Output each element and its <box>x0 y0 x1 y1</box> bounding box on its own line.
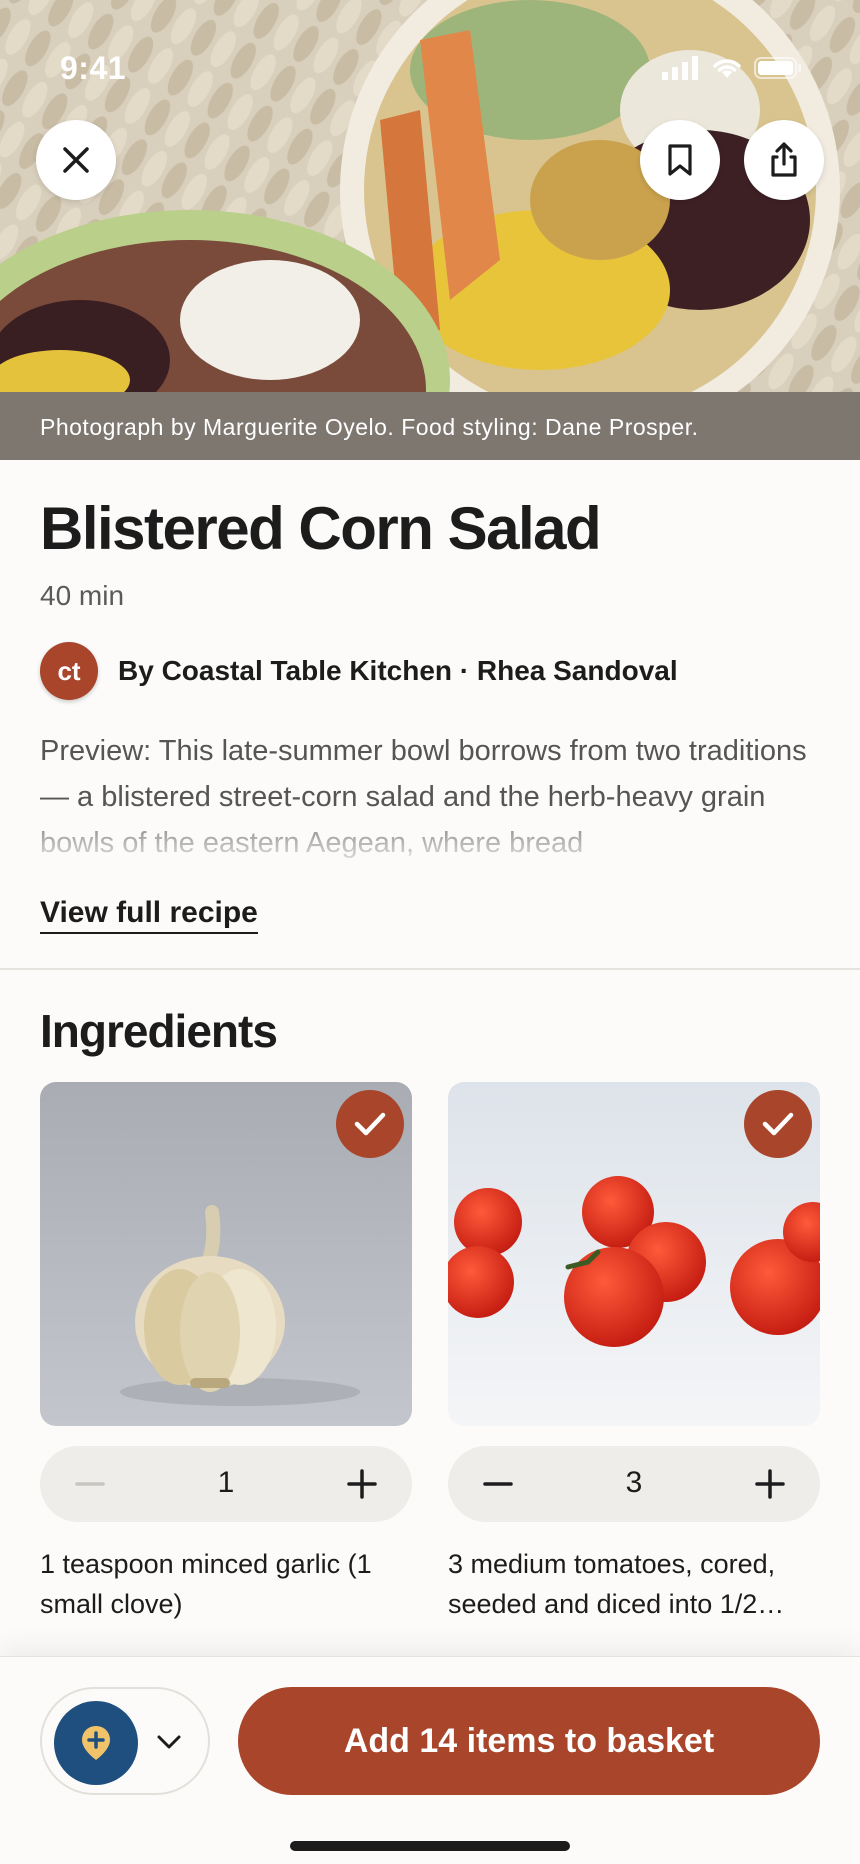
recipe-time: 40 min <box>40 580 125 611</box>
section-divider <box>0 968 860 970</box>
preview-fade <box>0 814 860 870</box>
recipe-title: Blistered Corn Salad <box>40 495 602 562</box>
checkmark-icon <box>354 1112 386 1136</box>
add-to-list-icon <box>82 1726 110 1760</box>
garlic-image <box>40 1082 412 1426</box>
battery-icon <box>754 57 801 79</box>
ingredient-card-garlic[interactable]: 1 1 teaspoon minced garlic (1 small clov… <box>40 1082 412 1624</box>
author-row[interactable]: ct By Coastal Table Kitchen · Rhea Sando… <box>40 642 678 700</box>
list-picker-button[interactable] <box>40 1687 210 1795</box>
close-button[interactable] <box>36 120 116 200</box>
home-indicator <box>290 1841 570 1851</box>
bookmark-button[interactable] <box>640 120 720 200</box>
selected-check[interactable] <box>744 1090 812 1158</box>
add-to-basket-button[interactable]: Add 14 items to basket <box>238 1687 820 1795</box>
wifi-icon <box>713 59 741 78</box>
chevron-down-icon <box>154 1727 184 1757</box>
checkmark-icon <box>762 1112 794 1136</box>
quantity-stepper-tomatoes: 3 <box>448 1446 820 1522</box>
close-icon <box>63 147 89 173</box>
selected-check[interactable] <box>336 1090 404 1158</box>
status-icons <box>662 56 802 80</box>
list-badge <box>54 1701 138 1785</box>
ingredients-heading: Ingredients <box>40 1005 278 1057</box>
share-icon <box>771 142 797 177</box>
quantity-stepper-garlic: 1 <box>40 1446 412 1522</box>
increase-button[interactable] <box>752 1466 788 1502</box>
status-bar: 9:41 <box>0 48 860 88</box>
author-name: By Coastal Table Kitchen · Rhea Sandoval <box>118 655 678 686</box>
increase-button[interactable] <box>344 1466 380 1502</box>
bookmark-icon <box>668 144 692 176</box>
ingredient-card-tomatoes[interactable]: 3 3 medium tomatoes, cored, seeded and d… <box>448 1082 820 1624</box>
photo-credit: Photograph by Marguerite Oyelo. Food sty… <box>0 392 860 460</box>
status-time: 9:41 <box>60 50 127 86</box>
bottom-action-bar: Add 14 items to basket <box>0 1656 860 1864</box>
cellular-signal-icon <box>662 56 698 80</box>
view-full-recipe-link[interactable]: View full recipe <box>40 896 258 934</box>
tomatoes-image <box>448 1082 820 1426</box>
ingredient-description: 3 medium tomatoes, cored, seeded and dic… <box>448 1549 785 1619</box>
share-button[interactable] <box>744 120 824 200</box>
author-avatar: ct <box>40 642 98 700</box>
plus-icon <box>755 1469 785 1499</box>
hero-image: 9:41 Photograph by Marguerite Oyelo. Foo… <box>0 0 860 460</box>
ingredient-description: 1 teaspoon minced garlic (1 small clove) <box>40 1549 372 1619</box>
plus-icon <box>347 1469 377 1499</box>
